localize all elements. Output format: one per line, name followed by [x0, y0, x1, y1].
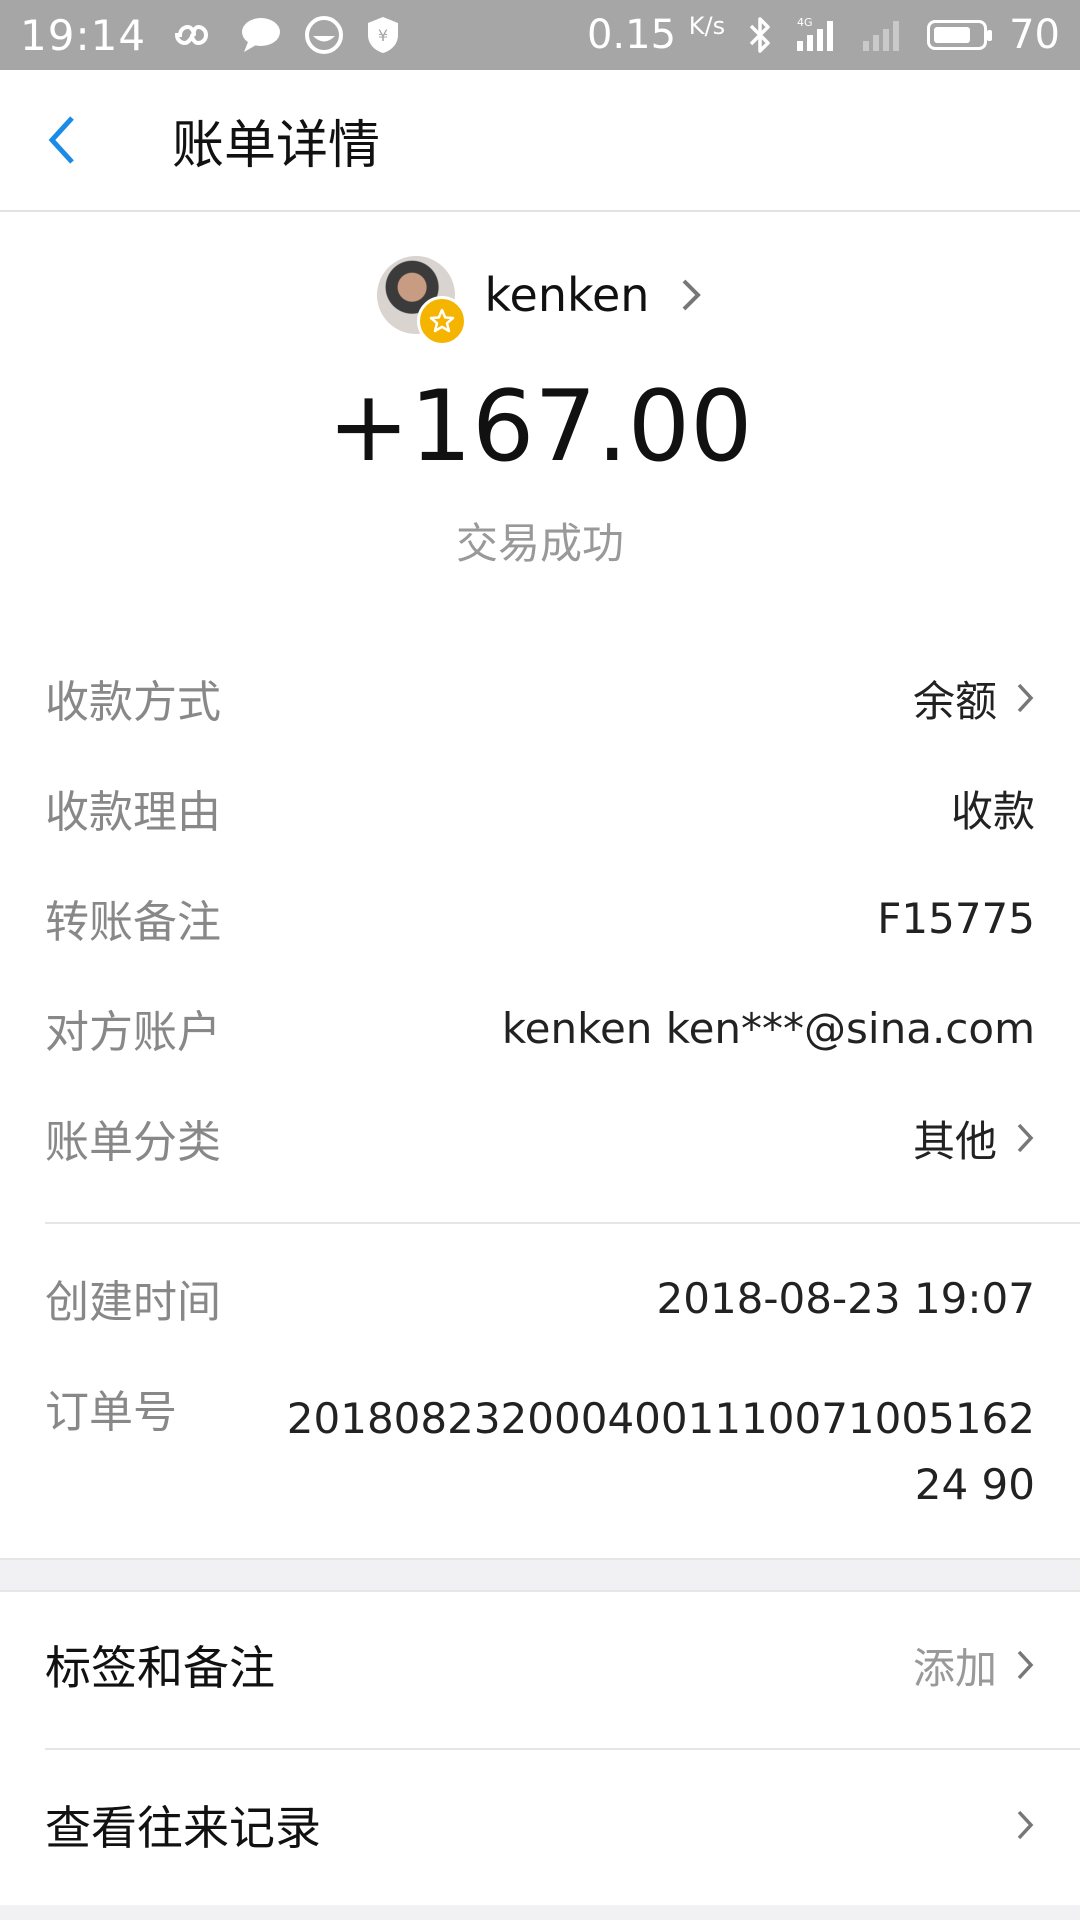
transaction-status: 交易成功	[455, 519, 624, 568]
counterparty-profile[interactable]: kenken	[0, 250, 1080, 346]
bluetooth-icon	[747, 15, 773, 55]
tags-remarks-row[interactable]: 标签和备注 添加	[45, 1625, 1035, 1705]
add-link[interactable]: 添加	[913, 1635, 997, 1696]
detail-label: 收款方式	[45, 677, 221, 728]
battery-level: 70	[1009, 12, 1060, 58]
divider	[45, 1222, 1080, 1224]
status-bar: 19:14 ¥ 0.15 K/s 4G 70	[0, 0, 1080, 70]
transaction-amount: +167.00	[327, 370, 753, 484]
chevron-right-icon	[1015, 1120, 1035, 1156]
detail-label: 对方账户	[45, 1007, 221, 1058]
back-button[interactable]	[40, 90, 130, 190]
chat-bubble-icon	[240, 16, 282, 54]
chevron-right-icon	[1015, 1647, 1035, 1683]
action-label: 查看往来记录	[45, 1801, 321, 1855]
detail-label: 转账备注	[45, 897, 221, 948]
svg-text:¥: ¥	[378, 26, 388, 45]
battery-icon	[927, 20, 993, 50]
network-speed: 0.15 K/s	[586, 12, 726, 58]
divider	[45, 1748, 1080, 1750]
status-time: 19:14	[20, 10, 147, 60]
avatar[interactable]	[376, 256, 467, 346]
svg-text:4G: 4G	[797, 16, 813, 29]
order-number-value: 201808232000400111007100516224 90	[286, 1394, 1035, 1509]
chevron-right-icon	[1015, 1807, 1035, 1843]
chevron-right-icon	[1015, 680, 1035, 716]
meta-value: 2018-08-23 19:07	[656, 1273, 1035, 1323]
detail-row-counterparty-account: 对方账户 kenken ken***@sina.com	[45, 998, 1035, 1059]
signal-empty-icon	[861, 15, 905, 55]
detail-value: 收款	[950, 786, 1035, 836]
detail-row-reason: 收款理由 收款	[45, 778, 1035, 839]
infinity-icon	[168, 20, 218, 50]
chevron-right-icon	[679, 275, 703, 315]
bottom-separator	[0, 1905, 1080, 1920]
meta-label: 订单号	[45, 1387, 177, 1438]
meta-row-created-time: 创建时间 2018-08-23 19:07	[45, 1268, 1035, 1329]
detail-label: 收款理由	[45, 787, 221, 838]
detail-value: 其他	[912, 1116, 997, 1166]
detail-value: kenken ken***@sina.com	[501, 1003, 1035, 1053]
face-icon	[304, 15, 344, 55]
detail-row-payment-method[interactable]: 收款方式 余额	[45, 668, 1035, 728]
detail-label: 账单分类	[45, 1117, 221, 1168]
shield-yen-icon: ¥	[366, 15, 400, 55]
detail-row-remark: 转账备注 F15775	[45, 888, 1035, 949]
app-header: 账单详情	[0, 70, 1080, 212]
view-history-row[interactable]: 查看往来记录	[45, 1785, 1035, 1865]
detail-value: 余额	[912, 676, 997, 726]
detail-value: F15775	[877, 893, 1035, 943]
counterparty-name[interactable]: kenken	[485, 268, 650, 322]
page-title: 账单详情	[172, 115, 381, 176]
meta-label: 创建时间	[45, 1277, 221, 1328]
section-separator	[0, 1558, 1080, 1592]
star-icon	[416, 296, 467, 346]
chevron-left-icon	[48, 116, 74, 164]
signal-icon: 4G	[795, 15, 839, 55]
detail-row-category[interactable]: 账单分类 其他	[45, 1108, 1035, 1168]
action-label: 标签和备注	[45, 1641, 275, 1695]
